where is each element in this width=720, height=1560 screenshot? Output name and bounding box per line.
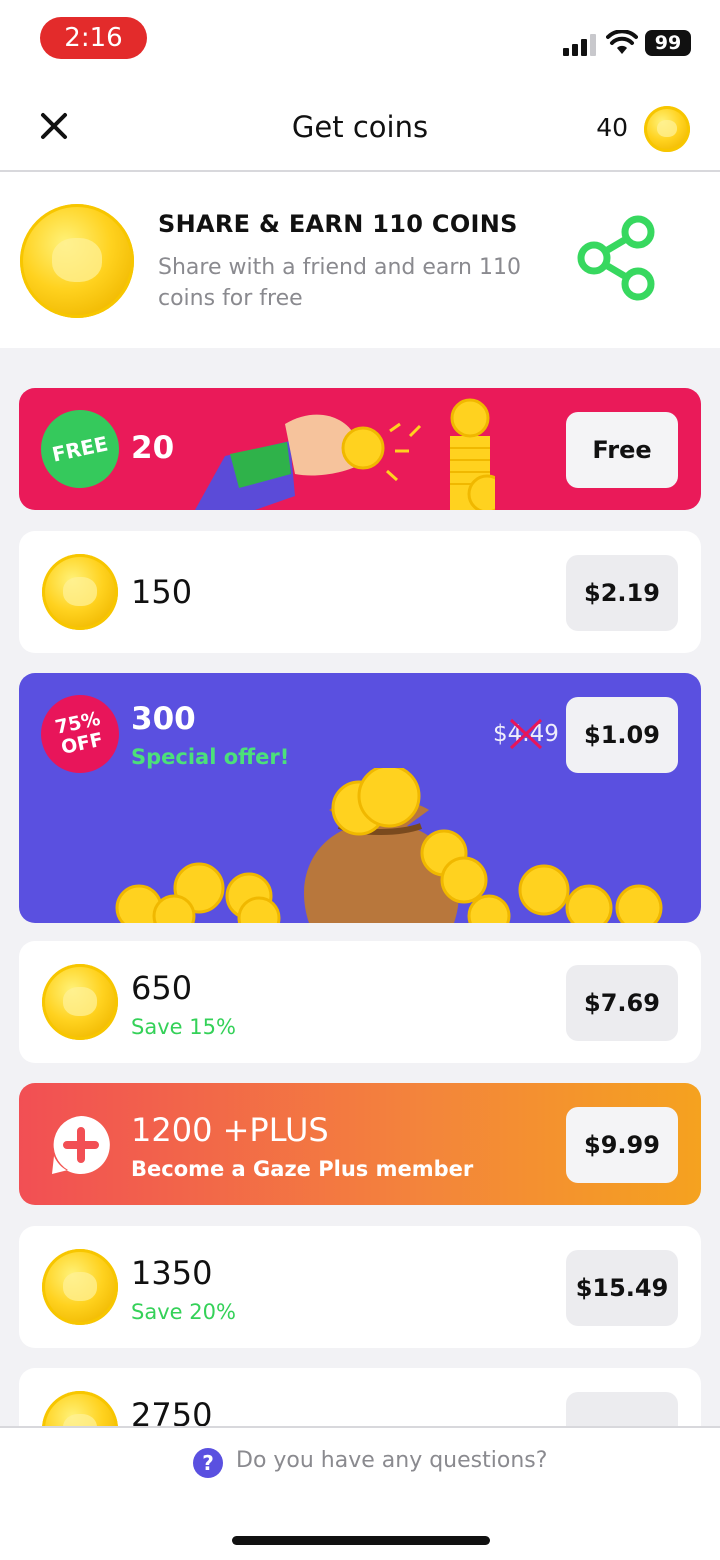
price-button[interactable]: Free <box>566 412 678 488</box>
wifi-icon <box>606 30 638 54</box>
package-amount: 150 <box>131 573 193 611</box>
save-label: Save 15% <box>131 1015 236 1039</box>
strikethrough-icon <box>509 718 543 750</box>
share-subtitle: Share with a friend and earn 110 coins f… <box>158 255 521 311</box>
coin-bag-illustration <box>115 768 663 923</box>
app-header: Get coins 40 <box>0 80 720 172</box>
coin-balance: 40 <box>596 113 628 142</box>
coin-icon <box>42 1249 118 1325</box>
status-time: 2:16 <box>40 17 147 59</box>
coin-icon <box>42 554 118 630</box>
package-amount: 1200 +PLUS <box>131 1111 329 1149</box>
hand-coin-illustration <box>195 398 495 510</box>
price-button[interactable]: $9.99 <box>566 1107 678 1183</box>
home-indicator <box>232 1536 490 1545</box>
free-badge: FREE <box>33 402 127 496</box>
package-amount: 300 <box>131 701 196 737</box>
coin-icon <box>42 964 118 1040</box>
share-icon[interactable] <box>574 212 660 304</box>
price-button[interactable]: $2.19 <box>566 555 678 631</box>
package-amount: 1350 <box>131 1254 213 1292</box>
plus-member-icon <box>52 1116 110 1174</box>
cellular-signal-icon <box>563 34 599 56</box>
discount-badge: 75% OFF <box>33 687 127 781</box>
package-plus[interactable]: 1200 +PLUS Become a Gaze Plus member $9.… <box>19 1083 701 1205</box>
special-offer-label: Special offer! <box>131 745 290 769</box>
package-150[interactable]: 150 $2.19 <box>19 531 701 653</box>
coin-icon <box>644 106 690 152</box>
help-footer[interactable]: ? Do you have any questions? <box>0 1426 720 1560</box>
share-earn-banner[interactable]: SHARE & EARN 110 COINS Share with a frie… <box>0 172 720 348</box>
plus-subtitle: Become a Gaze Plus member <box>131 1157 474 1181</box>
coin-icon <box>20 204 134 318</box>
status-bar: 2:16 99 <box>0 0 720 80</box>
share-title: SHARE & EARN 110 COINS <box>158 210 518 238</box>
package-650[interactable]: 650 Save 15% $7.69 <box>19 941 701 1063</box>
package-free[interactable]: FREE 20 Free <box>19 388 701 510</box>
price-button[interactable]: $1.09 <box>566 697 678 773</box>
price-button[interactable]: $15.49 <box>566 1250 678 1326</box>
save-label: Save 20% <box>131 1300 236 1324</box>
battery-indicator: 99 <box>645 30 691 56</box>
package-special-offer[interactable]: 75% OFF 300 Special offer! $4.49 $1.09 <box>19 673 701 923</box>
package-amount: 650 <box>131 969 193 1007</box>
package-1350[interactable]: 1350 Save 20% $15.49 <box>19 1226 701 1348</box>
help-link[interactable]: Do you have any questions? <box>236 1448 547 1473</box>
price-button[interactable]: $7.69 <box>566 965 678 1041</box>
package-amount: 20 <box>131 430 175 466</box>
question-icon: ? <box>193 1448 223 1478</box>
